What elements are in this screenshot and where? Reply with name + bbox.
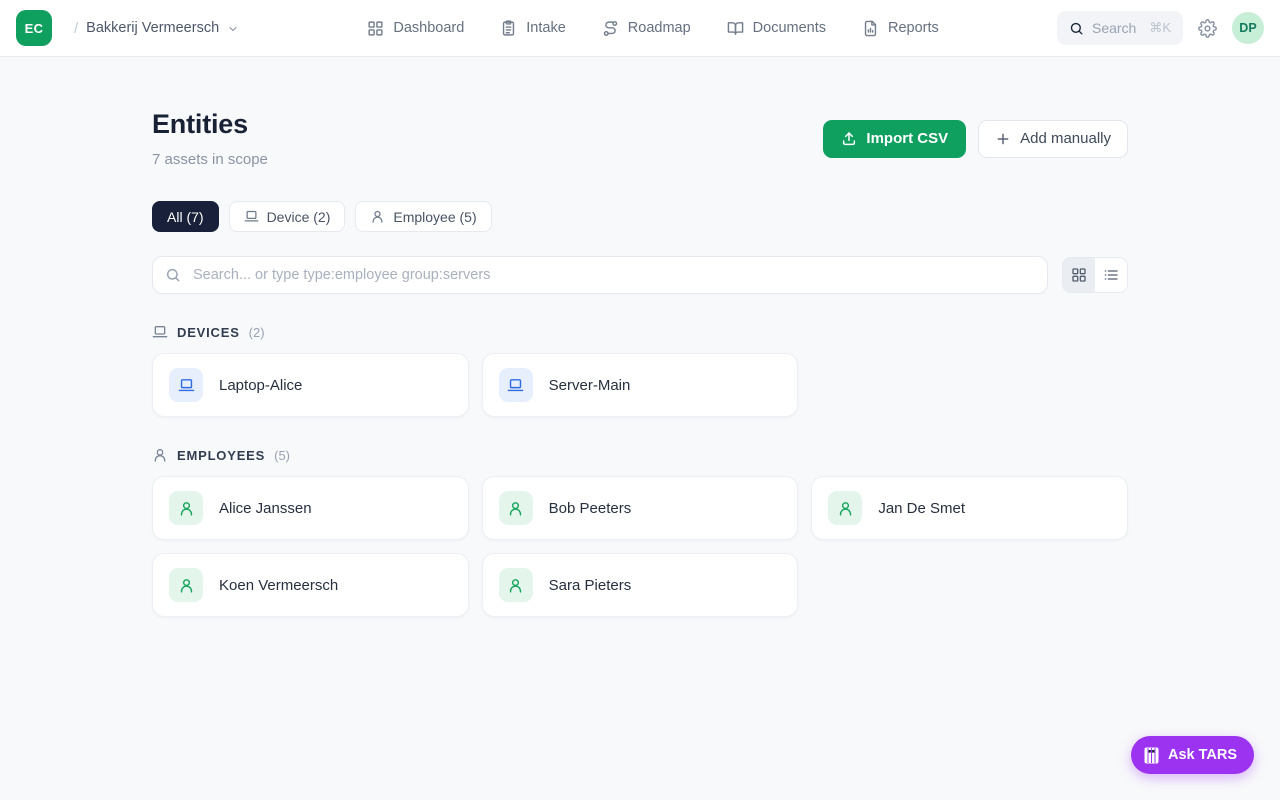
entity-name: Alice Janssen — [219, 500, 312, 517]
page-subtitle: 7 assets in scope — [152, 151, 268, 168]
laptop-icon — [499, 368, 533, 402]
filter-label: Employee (5) — [393, 209, 476, 225]
user-avatar[interactable]: DP — [1232, 12, 1264, 44]
user-icon — [370, 209, 385, 224]
top-navbar: EC / Bakkerij Vermeersch Dashboard Intak… — [0, 0, 1280, 57]
entity-card-laptop-alice[interactable]: Laptop-Alice — [152, 353, 469, 417]
laptop-icon — [244, 209, 259, 224]
import-csv-button[interactable]: Import CSV — [823, 120, 966, 158]
workspace-name: Bakkerij Vermeersch — [86, 20, 219, 36]
entity-search-input[interactable] — [152, 256, 1048, 294]
page-title: Entities — [152, 109, 268, 140]
search-icon — [1069, 21, 1084, 36]
navbar-right: Search ⌘K DP — [1057, 11, 1264, 45]
user-icon — [169, 491, 203, 525]
roadmap-icon — [602, 20, 619, 37]
filter-label: Device (2) — [267, 209, 331, 225]
reports-icon — [862, 20, 879, 37]
settings-gear-icon[interactable] — [1198, 19, 1217, 38]
header-actions: Import CSV Add manually — [823, 120, 1128, 158]
app-logo[interactable]: EC — [16, 10, 52, 46]
search-row — [152, 256, 1128, 294]
user-icon — [152, 447, 168, 463]
nav-item-intake[interactable]: Intake — [500, 20, 566, 37]
laptop-icon — [152, 324, 168, 340]
entity-card-jan-de-smet[interactable]: Jan De Smet — [811, 476, 1128, 540]
entity-card-bob-peeters[interactable]: Bob Peeters — [482, 476, 799, 540]
filter-device[interactable]: Device (2) — [229, 201, 346, 232]
entity-name: Jan De Smet — [878, 500, 965, 517]
search-label: Search — [1092, 20, 1136, 36]
entity-filter-tabs: All (7) Device (2) Employee (5) — [152, 201, 1128, 232]
entity-search — [152, 256, 1048, 294]
nav-item-dashboard[interactable]: Dashboard — [367, 20, 464, 37]
laptop-icon — [169, 368, 203, 402]
devices-grid: Laptop-Alice Server-Main — [152, 353, 1128, 417]
list-view-button[interactable] — [1095, 258, 1127, 292]
user-icon — [828, 491, 862, 525]
section-count: (5) — [274, 448, 290, 463]
upload-icon — [841, 131, 857, 147]
nav-label: Roadmap — [628, 20, 691, 36]
section-title: EMPLOYEES — [177, 448, 265, 463]
employees-section-header: EMPLOYEES (5) — [152, 447, 1128, 463]
nav-label: Documents — [753, 20, 826, 36]
entity-card-alice-janssen[interactable]: Alice Janssen — [152, 476, 469, 540]
add-manually-label: Add manually — [1020, 130, 1111, 147]
filter-all[interactable]: All (7) — [152, 201, 219, 232]
nav-label: Intake — [526, 20, 566, 36]
entity-card-sara-pieters[interactable]: Sara Pieters — [482, 553, 799, 617]
user-icon — [499, 491, 533, 525]
add-manually-button[interactable]: Add manually — [978, 120, 1128, 158]
import-csv-label: Import CSV — [866, 130, 948, 147]
nav-item-roadmap[interactable]: Roadmap — [602, 20, 691, 37]
filter-employee[interactable]: Employee (5) — [355, 201, 491, 232]
documents-icon — [727, 20, 744, 37]
entity-name: Koen Vermeersch — [219, 577, 338, 594]
plus-icon — [995, 131, 1011, 147]
chevron-down-icon — [227, 23, 239, 35]
user-icon — [499, 568, 533, 602]
section-count: (2) — [249, 325, 265, 340]
nav-label: Dashboard — [393, 20, 464, 36]
entity-card-server-main[interactable]: Server-Main — [482, 353, 799, 417]
section-title: DEVICES — [177, 325, 240, 340]
entities-page: Entities 7 assets in scope Import CSV Ad… — [152, 57, 1128, 617]
ask-tars-button[interactable]: Ask TARS — [1131, 736, 1254, 774]
entity-name: Server-Main — [549, 377, 631, 394]
list-view-icon — [1103, 267, 1119, 283]
entity-name: Sara Pieters — [549, 577, 632, 594]
main-nav: Dashboard Intake Roadmap Documents Repor… — [357, 20, 938, 37]
employees-grid: Alice Janssen Bob Peeters Jan De Smet Ko… — [152, 476, 1128, 617]
intake-icon — [500, 20, 517, 37]
dashboard-icon — [367, 20, 384, 37]
grid-view-icon — [1071, 267, 1087, 283]
grid-view-button[interactable] — [1063, 258, 1095, 292]
entity-card-koen-vermeersch[interactable]: Koen Vermeersch — [152, 553, 469, 617]
entity-name: Laptop-Alice — [219, 377, 302, 394]
nav-item-reports[interactable]: Reports — [862, 20, 939, 37]
entity-name: Bob Peeters — [549, 500, 632, 517]
nav-item-documents[interactable]: Documents — [727, 20, 826, 37]
search-icon — [165, 267, 181, 283]
devices-section-header: DEVICES (2) — [152, 324, 1128, 340]
nav-label: Reports — [888, 20, 939, 36]
global-search-button[interactable]: Search ⌘K — [1057, 11, 1183, 45]
page-header: Entities 7 assets in scope Import CSV Ad… — [152, 109, 1128, 168]
user-icon — [169, 568, 203, 602]
tars-robot-icon — [1144, 747, 1159, 764]
search-shortcut: ⌘K — [1149, 20, 1171, 36]
view-mode-toggle — [1062, 257, 1128, 293]
filter-label: All (7) — [167, 209, 204, 225]
ask-tars-label: Ask TARS — [1168, 747, 1237, 763]
workspace-breadcrumb[interactable]: / Bakkerij Vermeersch — [74, 20, 239, 37]
breadcrumb-separator: / — [74, 20, 78, 37]
